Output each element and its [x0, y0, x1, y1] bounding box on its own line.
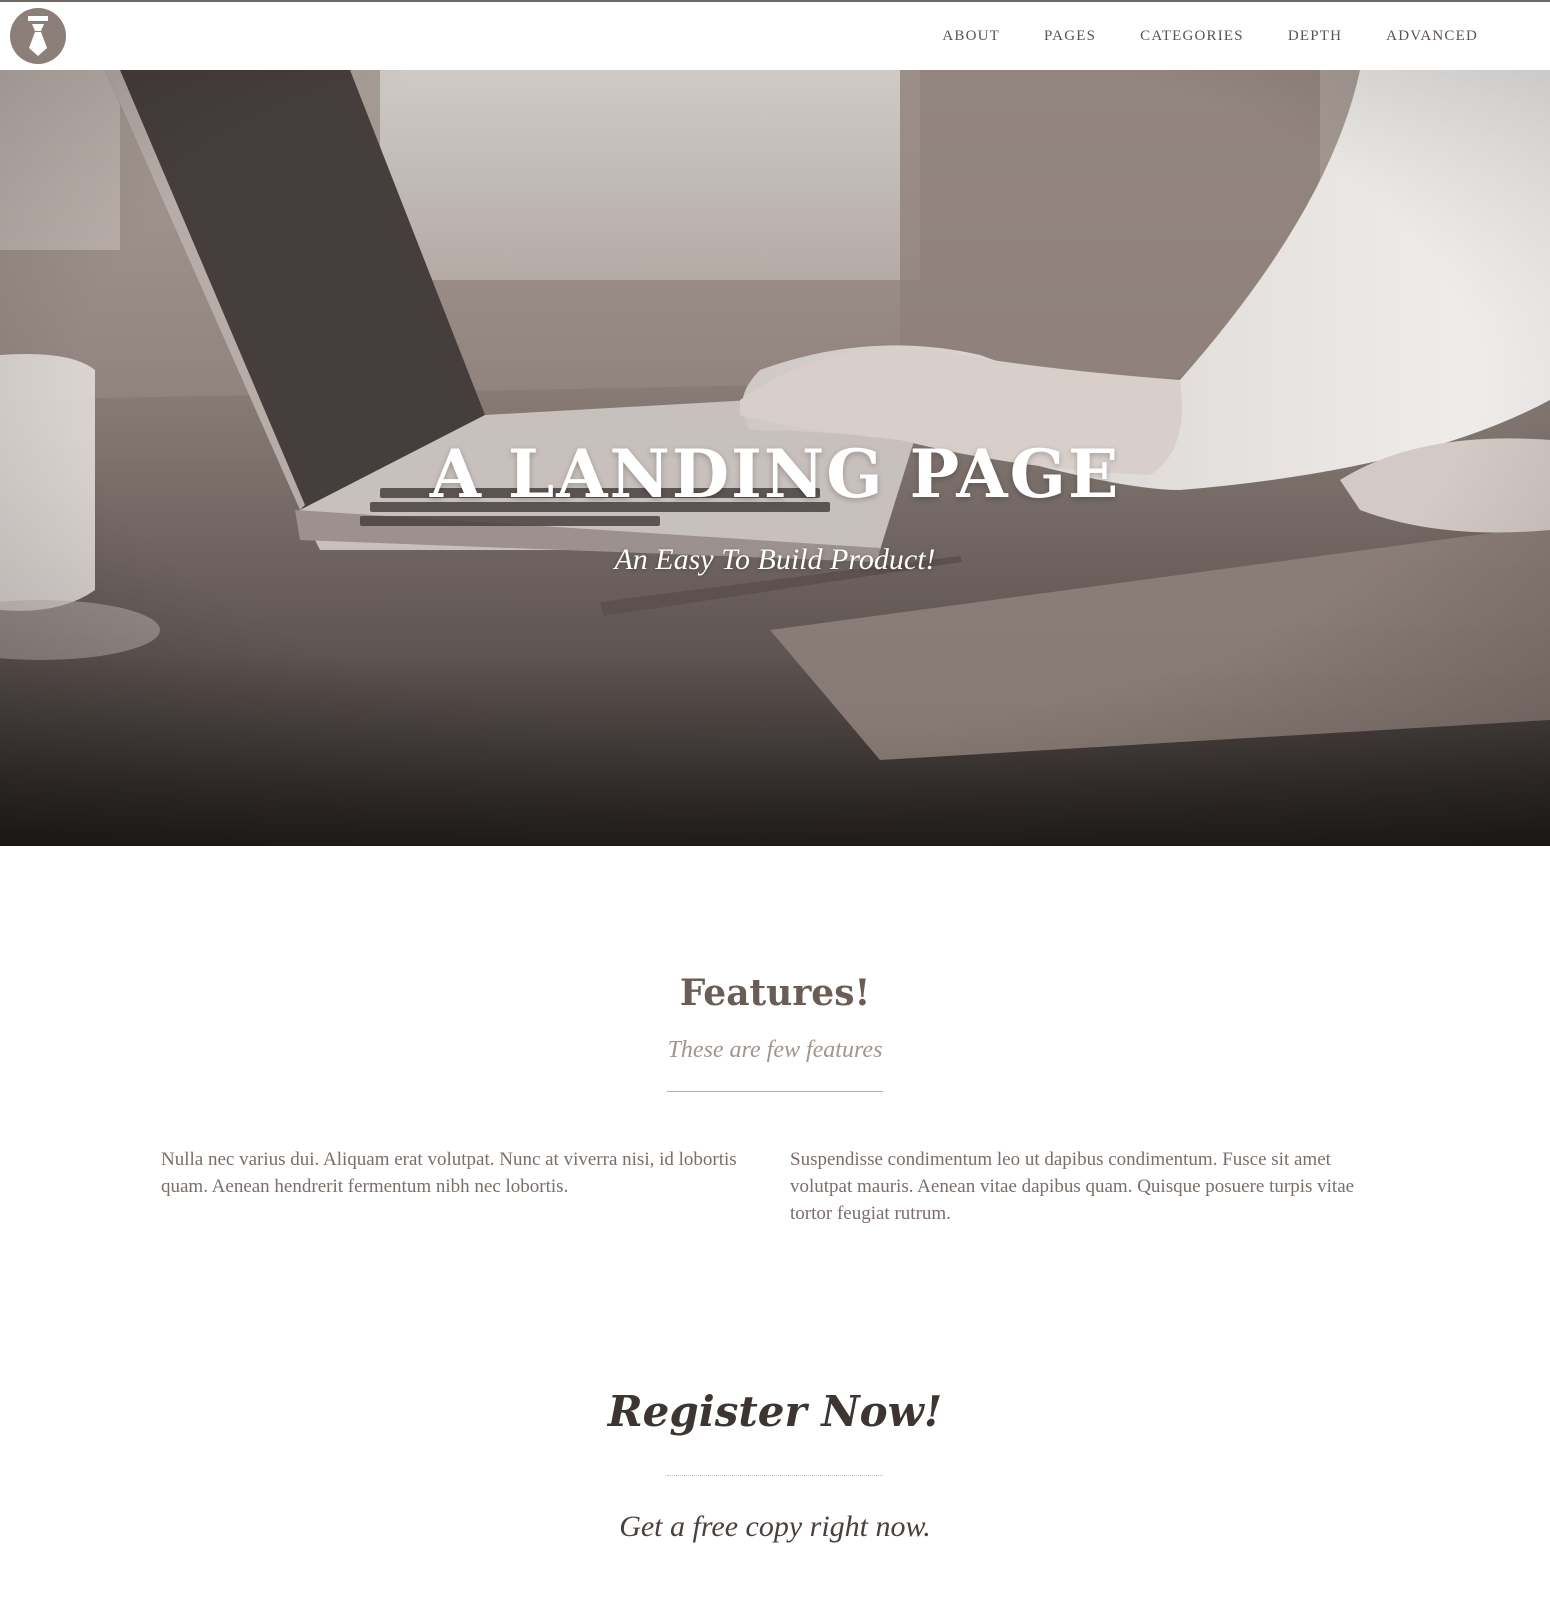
nav-item-depth: DEPTH	[1288, 27, 1342, 45]
feature-text-left: Nulla nec varius dui. Aliquam erat volut…	[161, 1149, 737, 1197]
navbar: ABOUT PAGES CATEGORIES DEPTH ADVANCED	[0, 2, 1550, 70]
hero-title: A LANDING PAGE	[429, 435, 1121, 513]
nav-item-categories: CATEGORIES	[1140, 27, 1244, 45]
nav-menu: ABOUT PAGES CATEGORIES DEPTH ADVANCED	[942, 2, 1478, 70]
tie-icon	[25, 16, 51, 56]
register-subtitle: Get a free copy right now.	[619, 1510, 931, 1543]
features-title: Features!	[679, 972, 871, 1014]
nav-link-about[interactable]: ABOUT	[942, 28, 1000, 44]
register-divider	[667, 1475, 883, 1476]
nav-link-pages[interactable]: PAGES	[1044, 28, 1096, 44]
features-subtitle: These are few features	[667, 1037, 883, 1063]
nav-item-about: ABOUT	[942, 27, 1000, 45]
nav-link-advanced[interactable]: ADVANCED	[1386, 28, 1478, 44]
nav-link-categories[interactable]: CATEGORIES	[1140, 28, 1244, 44]
hero-subtitle: An Easy To Build Product!	[614, 543, 936, 576]
nav-link-depth[interactable]: DEPTH	[1288, 28, 1342, 44]
features-divider	[667, 1091, 883, 1092]
logo[interactable]	[10, 8, 66, 64]
feature-text-right: Suspendisse condimentum leo ut dapibus c…	[790, 1149, 1355, 1224]
register-title: Register Now!	[607, 1387, 943, 1436]
nav-item-pages: PAGES	[1044, 27, 1096, 45]
hero-section: A LANDING PAGE An Easy To Build Product!	[0, 70, 1550, 846]
nav-item-advanced: ADVANCED	[1386, 27, 1478, 45]
